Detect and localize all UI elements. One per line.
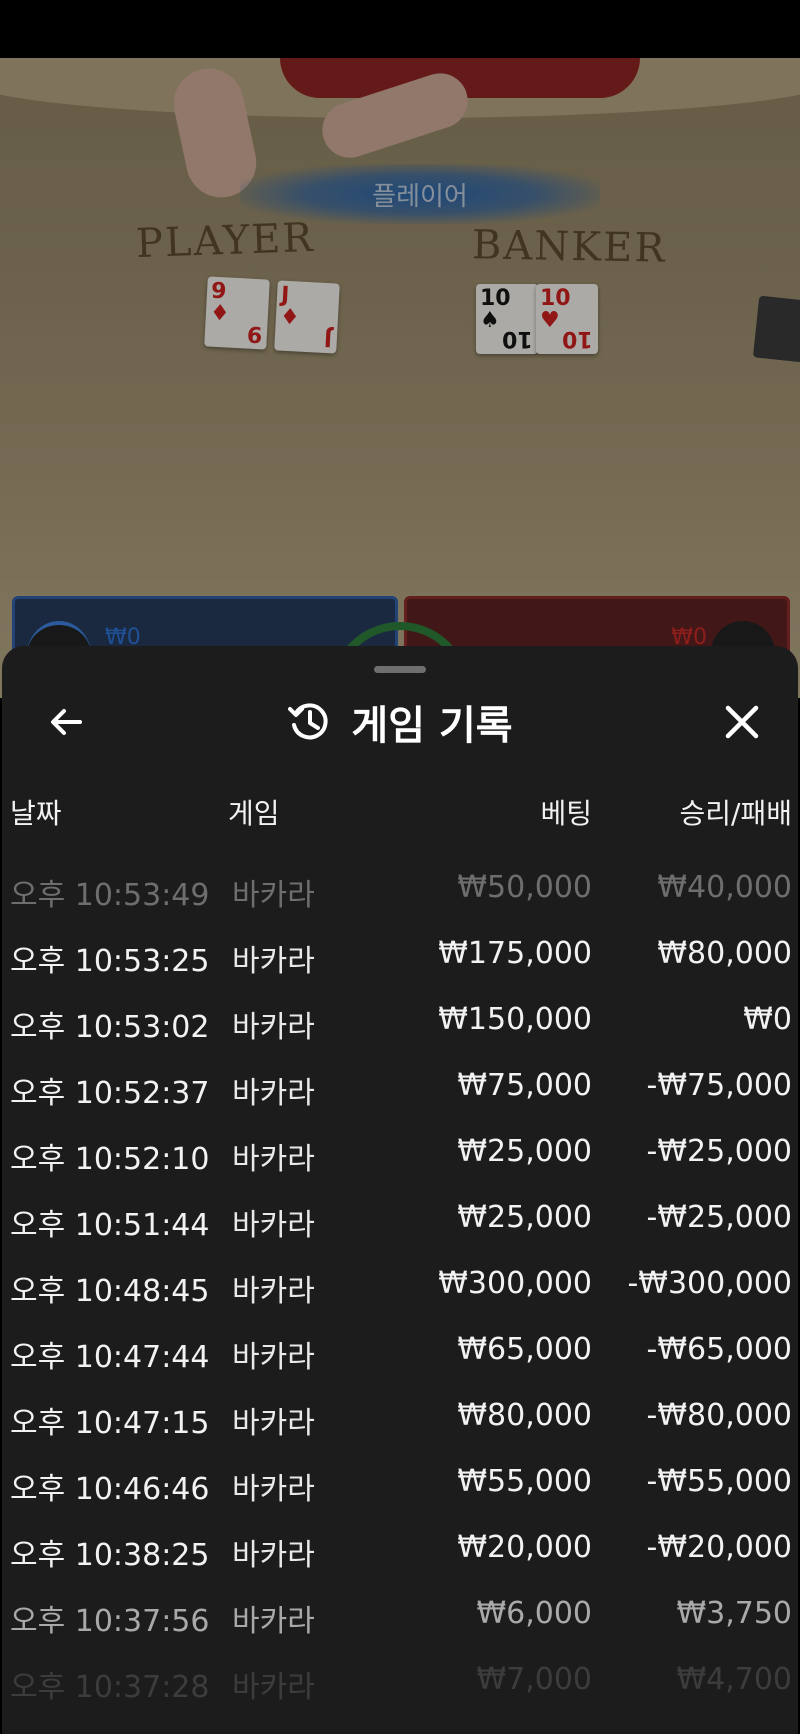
row-result: -₩75,000: [646, 1068, 792, 1103]
row-game: 바카라: [232, 1472, 315, 1507]
row-date: 오후 10:46:46: [10, 1472, 210, 1507]
history-row[interactable]: 오후 10:52:37 바카라 ₩75,000 -₩75,000: [2, 1058, 798, 1124]
row-date: 오후 10:37:28: [10, 1670, 210, 1705]
row-date: 오후 10:47:15: [10, 1406, 210, 1441]
history-row[interactable]: 오후 10:53:49 바카라 ₩50,000 ₩40,000: [2, 860, 798, 926]
row-bet: ₩80,000: [457, 1398, 592, 1433]
history-row[interactable]: 오후 10:37:28 바카라 ₩7,000 ₩4,700: [2, 1652, 798, 1718]
history-row[interactable]: 오후 10:38:25 바카라 ₩20,000 -₩20,000: [2, 1520, 798, 1586]
column-header-result: 승리/패배: [679, 797, 792, 830]
row-result: -₩300,000: [627, 1266, 792, 1301]
game-history-sheet: 게임 기록 날짜 게임 베팅 승리/패배 오후 10:53:49 바카라 ₩50,0…: [2, 646, 798, 1734]
row-game: 바카라: [232, 1142, 315, 1177]
column-header-bet: 베팅: [540, 797, 592, 830]
row-result: -₩25,000: [646, 1200, 792, 1235]
row-date: 오후 10:52:10: [10, 1142, 210, 1177]
row-result: ₩40,000: [657, 870, 792, 905]
row-bet: ₩75,000: [457, 1068, 592, 1103]
row-result: -₩25,000: [646, 1134, 792, 1169]
row-bet: ₩65,000: [457, 1332, 592, 1367]
row-game: 바카라: [232, 1274, 315, 1309]
row-game: 바카라: [232, 1670, 315, 1705]
history-row[interactable]: 오후 10:53:02 바카라 ₩150,000 ₩0: [2, 992, 798, 1058]
row-result: ₩0: [743, 1002, 792, 1037]
row-game: 바카라: [232, 1406, 315, 1441]
sheet-header: 게임 기록: [2, 692, 798, 752]
row-bet: ₩50,000: [457, 870, 592, 905]
history-row[interactable]: 오후 10:47:44 바카라 ₩65,000 -₩65,000: [2, 1322, 798, 1388]
row-date: 오후 10:37:56: [10, 1604, 210, 1639]
history-row[interactable]: 오후 10:46:46 바카라 ₩55,000 -₩55,000: [2, 1454, 798, 1520]
row-bet: ₩175,000: [438, 936, 592, 971]
row-bet: ₩7,000: [476, 1662, 592, 1697]
row-date: 오후 10:38:25: [10, 1538, 210, 1573]
row-bet: ₩150,000: [438, 1002, 592, 1037]
close-icon: [725, 705, 759, 739]
history-row[interactable]: 오후 10:47:15 바카라 ₩80,000 -₩80,000: [2, 1388, 798, 1454]
row-bet: ₩6,000: [476, 1596, 592, 1631]
row-date: 오후 10:51:44: [10, 1208, 210, 1243]
row-date: 오후 10:52:37: [10, 1076, 210, 1111]
close-button[interactable]: [716, 696, 768, 748]
history-icon: [287, 699, 333, 745]
row-game: 바카라: [232, 1010, 315, 1045]
row-bet: ₩300,000: [438, 1266, 592, 1301]
row-bet: ₩25,000: [457, 1134, 592, 1169]
row-date: 오후 10:53:25: [10, 944, 210, 979]
row-date: 오후 10:53:02: [10, 1010, 210, 1045]
row-result: -₩55,000: [646, 1464, 792, 1499]
column-header-date: 날짜: [10, 797, 62, 830]
history-row[interactable]: 오후 10:48:45 바카라 ₩300,000 -₩300,000: [2, 1256, 798, 1322]
sheet-drag-handle[interactable]: [374, 666, 426, 673]
history-list[interactable]: 오후 10:53:49 바카라 ₩50,000 ₩40,000 오후 10:53:25 바…: [2, 860, 798, 1718]
row-result: ₩4,700: [676, 1662, 792, 1697]
row-bet: ₩25,000: [457, 1200, 592, 1235]
row-date: 오후 10:53:49: [10, 878, 210, 913]
sheet-title: 게임 기록: [351, 703, 513, 749]
game-video: 플레이어 PLAYER BANKER 9 ♦ 9 J ♦ J 10 ♠ 10 1…: [0, 58, 800, 698]
history-row[interactable]: 오후 10:52:10 바카라 ₩25,000 -₩25,000: [2, 1124, 798, 1190]
row-game: 바카라: [232, 944, 315, 979]
row-game: 바카라: [232, 1538, 315, 1573]
row-bet: ₩55,000: [457, 1464, 592, 1499]
history-row[interactable]: 오후 10:37:56 바카라 ₩6,000 ₩3,750: [2, 1586, 798, 1652]
row-game: 바카라: [232, 1604, 315, 1639]
app-root: 플레이어 PLAYER BANKER 9 ♦ 9 J ♦ J 10 ♠ 10 1…: [0, 0, 800, 1734]
row-result: -₩80,000: [646, 1398, 792, 1433]
row-date: 오후 10:48:45: [10, 1274, 210, 1309]
row-game: 바카라: [232, 1208, 315, 1243]
row-result: ₩3,750: [676, 1596, 792, 1631]
row-result: -₩65,000: [646, 1332, 792, 1367]
row-bet: ₩20,000: [457, 1530, 592, 1565]
row-game: 바카라: [232, 1340, 315, 1375]
column-header-game: 게임: [228, 797, 280, 830]
row-game: 바카라: [232, 878, 315, 913]
row-result: ₩80,000: [657, 936, 792, 971]
row-game: 바카라: [232, 1076, 315, 1111]
history-row[interactable]: 오후 10:53:25 바카라 ₩175,000 ₩80,000: [2, 926, 798, 992]
history-row[interactable]: 오후 10:51:44 바카라 ₩25,000 -₩25,000: [2, 1190, 798, 1256]
video-dim-overlay: [0, 58, 800, 698]
row-date: 오후 10:47:44: [10, 1340, 210, 1375]
row-result: -₩20,000: [646, 1530, 792, 1565]
